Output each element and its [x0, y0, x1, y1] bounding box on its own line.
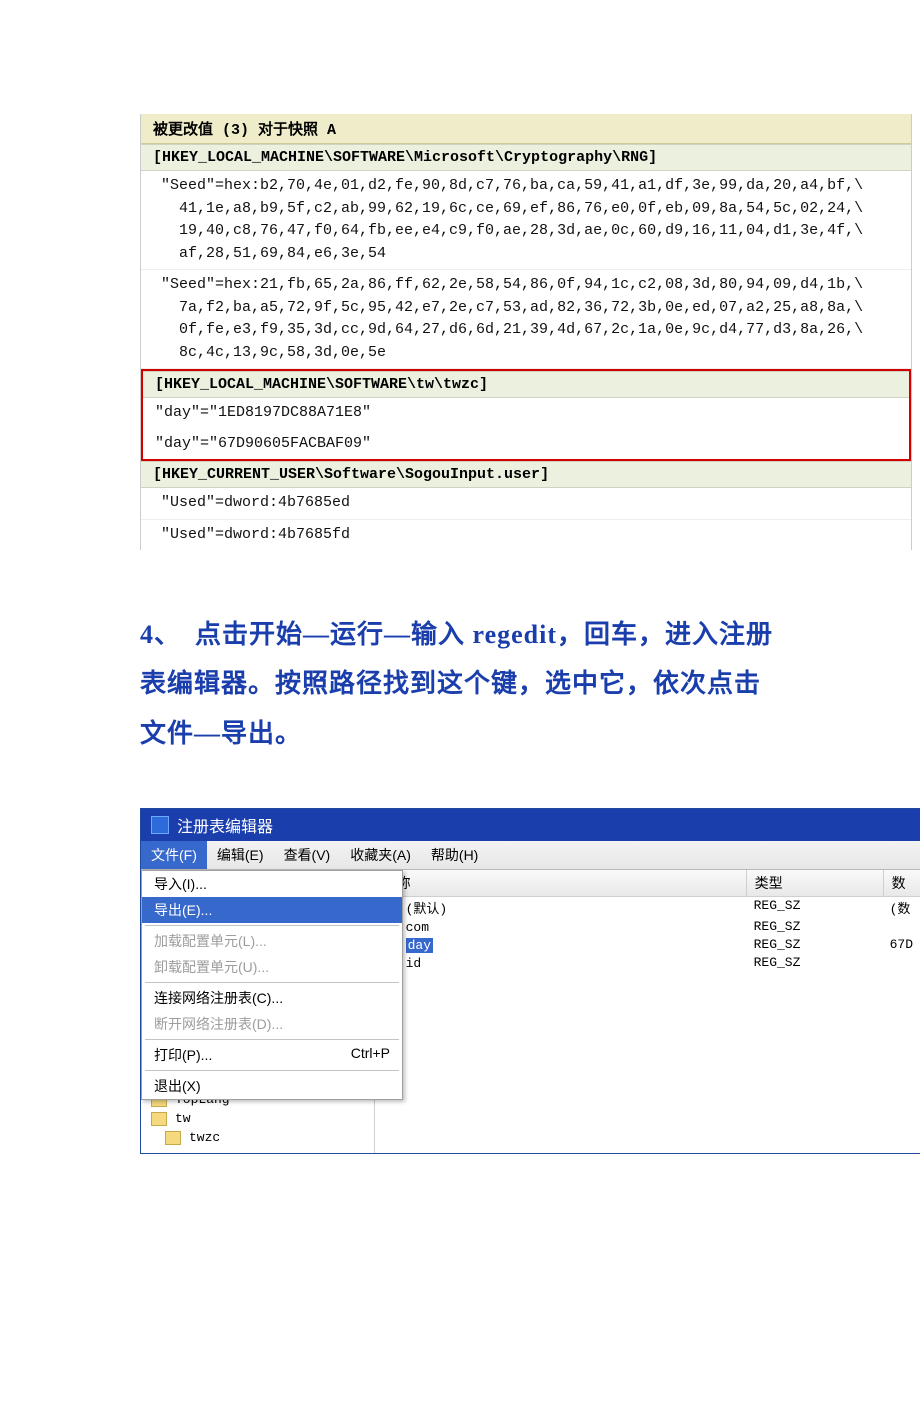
menu-view[interactable]: 查看(V)	[274, 841, 341, 869]
tree-item-twzc[interactable]: twzc	[151, 1128, 364, 1147]
menu-item-import[interactable]: 导入(I)...	[142, 871, 402, 897]
menu-file[interactable]: 文件(F)	[141, 841, 207, 869]
menu-edit[interactable]: 编辑(E)	[207, 841, 274, 869]
regedit-window: 注册表编辑器 文件(F) 编辑(E) 查看(V) 收藏夹(A) 帮助(H) 导入…	[140, 808, 920, 1154]
menu-item-load-hive: 加载配置单元(L)...	[142, 928, 402, 954]
tree-panel: 导入(I)... 导出(E)... 加载配置单元(L)... 卸载配置单元(U)…	[141, 870, 374, 1153]
menu-item-unload-hive: 卸载配置单元(U)...	[142, 954, 402, 980]
list-row-id[interactable]: abid REG_SZ	[375, 954, 920, 972]
regedit-icon	[151, 816, 169, 834]
registry-diff-block: 被更改值 (3) 对于快照 A [HKEY_LOCAL_MACHINE\SOFT…	[140, 114, 912, 550]
list-header: 名称 类型 数	[375, 870, 920, 897]
col-type[interactable]: 类型	[747, 870, 884, 896]
menu-help[interactable]: 帮助(H)	[421, 841, 488, 869]
reg-value-seed-1: "Seed"=hex:b2,70,4e,01,d2,fe,90,8d,c7,76…	[141, 171, 911, 270]
menu-item-disconnect: 断开网络注册表(D)...	[142, 1011, 402, 1037]
reg-value-used-1: "Used"=dword:4b7685ed	[141, 488, 911, 520]
menu-item-export[interactable]: 导出(E)...	[142, 897, 402, 923]
tree-item-tw[interactable]: tw	[151, 1109, 364, 1128]
file-dropdown-menu: 导入(I)... 导出(E)... 加载配置单元(L)... 卸载配置单元(U)…	[141, 870, 403, 1100]
menu-item-connect[interactable]: 连接网络注册表(C)...	[142, 985, 402, 1011]
list-row-default[interactable]: ab(默认) REG_SZ (数	[375, 897, 920, 918]
menu-item-print[interactable]: 打印(P)... Ctrl+P	[142, 1042, 402, 1068]
menu-favorites[interactable]: 收藏夹(A)	[340, 841, 421, 869]
reg-key-twzc: [HKEY_LOCAL_MACHINE\SOFTWARE\tw\twzc]	[143, 371, 909, 398]
menubar[interactable]: 文件(F) 编辑(E) 查看(V) 收藏夹(A) 帮助(H)	[141, 841, 920, 870]
instruction-text: 4、 点击开始—运行—输入 regedit，回车，进入注册表编辑器。按照路径找到…	[140, 610, 780, 758]
reg-key-sogou: [HKEY_CURRENT_USER\Software\SogouInput.u…	[141, 461, 911, 488]
list-row-day[interactable]: abday REG_SZ 67D	[375, 936, 920, 954]
window-title: 注册表编辑器	[177, 813, 273, 837]
folder-open-icon	[151, 1112, 167, 1126]
reg-value-day-2: "day"="67D90605FACBAF09"	[143, 429, 909, 460]
diff-header: 被更改值 (3) 对于快照 A	[141, 114, 911, 144]
col-data[interactable]: 数	[884, 870, 920, 896]
list-row-com[interactable]: abcom REG_SZ	[375, 918, 920, 936]
window-titlebar: 注册表编辑器	[141, 809, 920, 841]
reg-value-seed-2: "Seed"=hex:21,fb,65,2a,86,ff,62,2e,58,54…	[141, 270, 911, 369]
col-name[interactable]: 名称	[375, 870, 747, 896]
highlighted-section: [HKEY_LOCAL_MACHINE\SOFTWARE\tw\twzc] "d…	[141, 369, 911, 461]
menu-item-exit[interactable]: 退出(X)	[142, 1073, 402, 1099]
reg-key-rng: [HKEY_LOCAL_MACHINE\SOFTWARE\Microsoft\C…	[141, 144, 911, 171]
reg-value-day-1: "day"="1ED8197DC88A71E8"	[143, 398, 909, 429]
reg-value-used-2: "Used"=dword:4b7685fd	[141, 520, 911, 551]
value-list-panel: 名称 类型 数 ab(默认) REG_SZ (数 abcom REG_SZ ab…	[374, 870, 920, 1153]
folder-open-icon	[165, 1131, 181, 1145]
